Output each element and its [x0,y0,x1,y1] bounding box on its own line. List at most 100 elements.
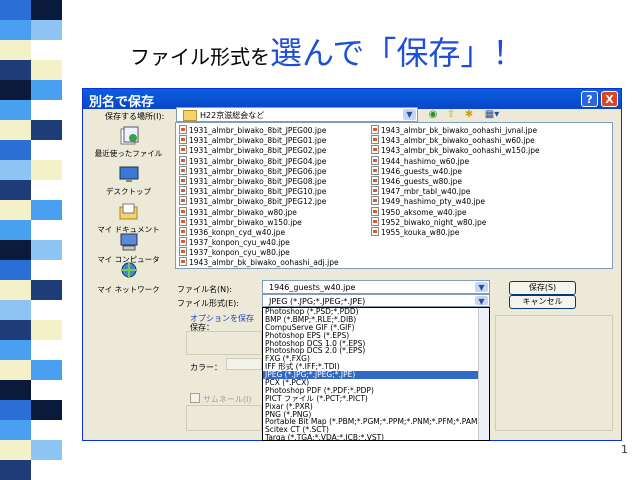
file-item[interactable]: 1931_almbr_biwako_8bit_JPEG08.jpe [179,175,339,186]
file-name: 1931_almbr_biwako_8bit_JPEG08.jpe [189,176,327,186]
chevron-down-icon[interactable]: ▼ [475,296,488,306]
strip-square [31,160,62,180]
file-item[interactable]: 1952_biwako_night_w80.jpe [371,216,540,227]
filetype-select[interactable]: JPEG (*.JPG;*.JPEG;*.JPE) ▼ [262,294,490,307]
strip-square [0,80,31,100]
strip-square [31,60,62,80]
file-item[interactable]: 1936_konpn_cyd_w40.jpe [179,226,339,237]
file-item[interactable]: 1937_konpon_cyu_w80.jpe [179,247,339,257]
file-name: 1931_almbr_biwako_8bit_JPEG04.jpe [189,156,327,166]
filetype-label: ファイル形式(E): [177,299,239,308]
chevron-down-icon[interactable]: ▼ [475,282,488,292]
file-name: 1950_aksome_w40.jpe [381,207,467,217]
file-item[interactable]: 1943_almbr_bk_biwako_oohashi_adj.jpe [179,257,339,267]
close-button[interactable]: X [601,91,618,107]
image-file-icon [371,196,379,206]
file-item[interactable]: 1950_aksome_w40.jpe [371,206,540,217]
dropdown-scrollbar[interactable] [478,308,489,440]
save-in-combo[interactable]: H22京滋総会など ▼ [176,107,418,122]
strip-square [0,240,31,260]
cancel-button[interactable]: キャンセル [509,295,576,309]
decorative-side-strip [0,0,62,480]
strip-square [31,200,62,220]
image-file-icon [371,175,379,185]
strip-square [31,300,62,320]
file-item[interactable]: 1931_almbr_biwako_w150.jpe [179,216,339,227]
strip-square [31,460,62,480]
file-name: 1931_almbr_biwako_8bit_JPEG12.jpe [189,197,327,207]
file-name: 1931_almbr_biwako_w80.jpe [189,207,297,217]
file-item[interactable]: 1931_almbr_biwako_8bit_JPEG00.jpe [179,125,339,135]
image-file-icon [371,155,379,165]
file-item[interactable]: 1931_almbr_biwako_w80.jpe [179,206,339,217]
file-item[interactable]: 1931_almbr_biwako_8bit_JPEG02.jpe [179,145,339,155]
file-item[interactable]: 1943_almbr_bk_biwako_oohashi_jvnal.jpe [371,125,540,135]
place-recent[interactable]: 最近使ったファイル [92,126,165,159]
thumbnail-group [186,405,262,431]
up-folder-icon[interactable]: ⇧ [445,109,457,121]
strip-square [31,120,62,140]
image-file-icon [179,206,187,216]
file-name: 1949_hashimo_pty_w40.jpe [381,197,485,207]
place-recent-label: 最近使ったファイル [94,149,163,158]
place-my-computer[interactable]: マイ コンピュータ [92,232,165,265]
view-menu-icon[interactable]: ▦▾ [482,109,502,121]
thumbnail-option[interactable]: サムネール(I) [190,393,251,405]
folder-icon [183,110,197,121]
strip-square [31,220,62,240]
thumbnail-checkbox[interactable] [190,393,200,403]
image-file-icon [371,226,379,236]
format-option[interactable]: Targa (*.TGA;*.VDA;*.ICB;*.VST) [263,434,489,440]
file-item[interactable]: 1947_mbr_tabl_w40.jpe [371,186,540,196]
image-file-icon [371,206,379,216]
chevron-down-icon[interactable]: ▼ [403,109,416,120]
file-item[interactable]: 1931_almbr_biwako_8bit_JPEG04.jpe [179,155,339,166]
back-icon[interactable]: ◉ [427,109,439,121]
image-file-icon [179,155,187,165]
filename-value: 1946_guests_w40.jpe [269,283,356,292]
file-item[interactable]: 1949_hashimo_pty_w40.jpe [371,196,540,206]
strip-square [31,440,62,460]
file-item[interactable]: 1955_kouka_w80.jpe [371,226,540,237]
strip-column-left [0,0,31,480]
file-name: 1944_hashimo_w60.jpe [381,156,470,166]
strip-square [0,340,31,360]
strip-square [0,280,31,300]
strip-square [0,120,31,140]
image-file-icon [179,196,187,206]
file-name: 1931_almbr_biwako_8bit_JPEG01.jpe [189,136,327,146]
file-list-column-2: 1943_almbr_bk_biwako_oohashi_jvnal.jpe 19… [371,125,540,237]
file-item[interactable]: 1931_almbr_biwako_8bit_JPEG01.jpe [179,135,339,145]
file-item[interactable]: 1937_konpon_cyu_w40.jpe [179,237,339,247]
file-item[interactable]: 1946_guests_w40.jpe [371,165,540,176]
file-item[interactable]: 1946_guests_w80.jpe [371,175,540,186]
help-button[interactable]: ? [581,91,598,107]
file-item[interactable]: 1931_almbr_biwako_8bit_JPEG06.jpe [179,165,339,176]
filename-combo[interactable]: 1946_guests_w40.jpe ▼ [262,280,490,294]
place-my-documents[interactable]: マイ ドキュメント [92,202,165,235]
strip-square [31,80,62,100]
strip-square [31,320,62,340]
file-item[interactable]: 1931_almbr_biwako_8bit_JPEG10.jpe [179,186,339,196]
dialog-titlebar[interactable]: 別名で保存 ? X [83,89,621,110]
file-item[interactable]: 1943_almbr_bk_biwako_oohashi_w150.jpe [371,145,540,155]
image-file-icon [179,226,187,236]
place-desktop[interactable]: デスクトップ [92,164,165,197]
new-folder-icon[interactable]: ✱ [463,109,475,121]
place-desktop-label: デスクトップ [106,187,151,196]
strip-square [0,440,31,460]
file-format-dropdown-list[interactable]: Photoshop (*.PSD;*.PDD) BMP (*.BMP;*.RLE;… [262,307,490,441]
slide-title-small: ファイル形式を [130,45,270,69]
file-list[interactable]: 1931_almbr_biwako_8bit_JPEG00.jpe 1931_al… [175,122,613,269]
strip-square [31,360,62,380]
file-item[interactable]: 1944_hashimo_w60.jpe [371,155,540,166]
save-options-right-panel [495,315,613,431]
place-my-network[interactable]: マイ ネットワーク [92,262,165,295]
file-item[interactable]: 1931_almbr_biwako_8bit_JPEG12.jpe [179,196,339,206]
strip-square [31,40,62,60]
file-item[interactable]: 1943_almbr_bk_biwako_oohashi_w60.jpe [371,135,540,145]
strip-square [31,420,62,440]
save-in-label: 保存する場所(I): [105,112,165,121]
save-button[interactable]: 保存(S) [509,281,576,295]
image-file-icon [179,175,187,185]
